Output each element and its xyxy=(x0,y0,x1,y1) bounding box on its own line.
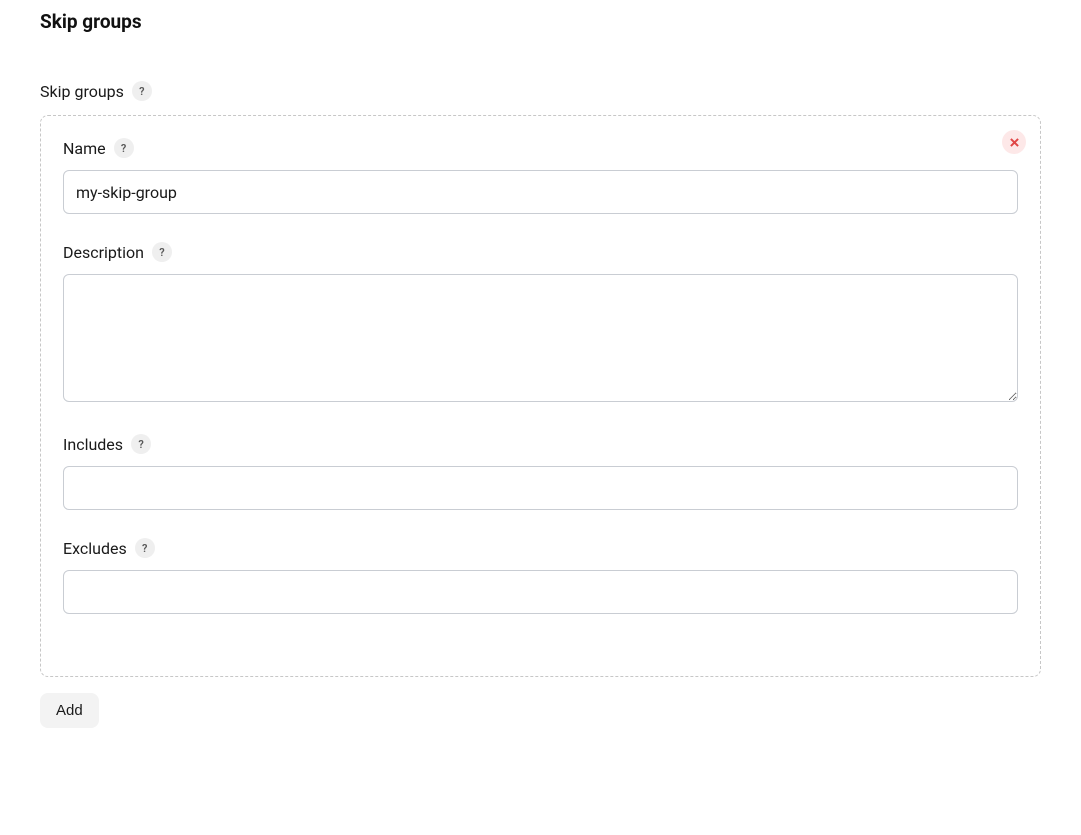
includes-label: Includes xyxy=(63,435,123,454)
description-input[interactable] xyxy=(63,274,1018,402)
includes-input[interactable] xyxy=(63,466,1018,510)
excludes-label: Excludes xyxy=(63,539,127,558)
description-field-block: Description ? xyxy=(63,242,1018,406)
description-label: Description xyxy=(63,243,144,262)
help-icon[interactable]: ? xyxy=(152,242,172,262)
name-field-block: Name ? xyxy=(63,138,1018,214)
close-icon xyxy=(1010,138,1019,147)
subsection-label: Skip groups xyxy=(40,82,124,101)
skip-group-card: Name ? Description ? Includes ? Excludes… xyxy=(40,115,1041,677)
excludes-input[interactable] xyxy=(63,570,1018,614)
name-input[interactable] xyxy=(63,170,1018,214)
excludes-field-block: Excludes ? xyxy=(63,538,1018,614)
name-label: Name xyxy=(63,139,106,158)
help-icon[interactable]: ? xyxy=(131,434,151,454)
section-title: Skip groups xyxy=(40,10,1041,33)
help-icon[interactable]: ? xyxy=(114,138,134,158)
help-icon[interactable]: ? xyxy=(135,538,155,558)
remove-group-button[interactable] xyxy=(1002,130,1026,154)
add-button[interactable]: Add xyxy=(40,693,99,728)
includes-field-block: Includes ? xyxy=(63,434,1018,510)
help-icon[interactable]: ? xyxy=(132,81,152,101)
subsection-label-row: Skip groups ? xyxy=(40,81,1041,101)
